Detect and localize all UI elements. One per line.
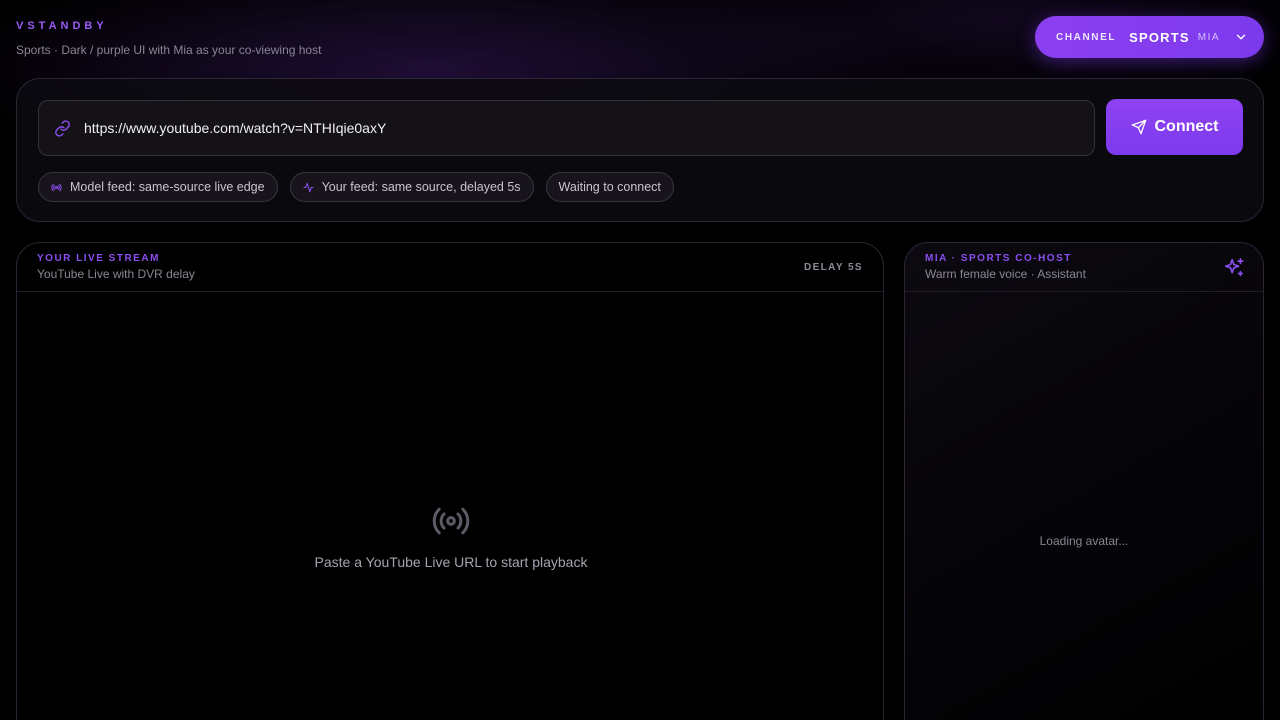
channel-label: CHANNEL (1056, 31, 1117, 43)
link-icon (55, 119, 70, 137)
url-card: Connect Model feed: same-source live edg… (16, 78, 1264, 222)
stream-empty-state: Paste a YouTube Live URL to start playba… (17, 501, 885, 570)
channel-host: MIA (1197, 31, 1221, 43)
connection-status-label: Waiting to connect (558, 180, 661, 194)
broadcast-icon (51, 183, 62, 191)
app-subtitle: Sports · Dark / purple UI with Mia as yo… (16, 43, 322, 57)
channel-selector-button[interactable]: CHANNEL SPORTS MIA (1035, 16, 1264, 58)
channel-name: SPORTS (1129, 29, 1190, 45)
connection-status-chip: Waiting to connect (545, 172, 674, 202)
avatar-loading-text: Loading avatar... (1039, 534, 1129, 548)
connect-button[interactable]: Connect (1106, 99, 1243, 155)
url-input[interactable] (84, 101, 1094, 155)
stream-panel-subtitle: YouTube Live with DVR delay (37, 267, 195, 281)
activity-icon (302, 182, 314, 192)
host-panel-subtitle: Warm female voice · Assistant (925, 267, 1086, 281)
app-title: VSTANDBY (16, 20, 108, 32)
url-input-container (38, 100, 1095, 156)
host-panel-title: MIA · SPORTS CO-HOST (925, 253, 1072, 264)
sparkles-icon (1224, 258, 1244, 277)
stream-panel-title: YOUR LIVE STREAM (37, 253, 160, 264)
your-feed-label: Your feed: same source, delayed 5s (321, 180, 521, 194)
model-feed-label: Model feed: same-source live edge (70, 180, 265, 194)
stream-panel-header: YOUR LIVE STREAM YouTube Live with DVR d… (17, 243, 883, 292)
brand-header: VSTANDBY Sports · Dark / purple UI with … (16, 20, 321, 57)
your-feed-chip: Your feed: same source, delayed 5s (289, 172, 534, 202)
model-feed-chip: Model feed: same-source live edge (38, 172, 278, 202)
delay-badge: DELAY 5S (803, 262, 863, 273)
chevron-down-icon (1236, 34, 1246, 40)
broadcast-icon (432, 507, 470, 535)
co-host-panel: MIA · SPORTS CO-HOST Warm female voice ·… (904, 242, 1264, 720)
status-chips: Model feed: same-source live edge Your f… (38, 172, 674, 202)
stream-empty-text: Paste a YouTube Live URL to start playba… (314, 554, 588, 570)
send-icon (1131, 119, 1146, 135)
live-stream-panel: YOUR LIVE STREAM YouTube Live with DVR d… (16, 242, 884, 720)
connect-button-label: Connect (1154, 118, 1219, 135)
host-panel-header: MIA · SPORTS CO-HOST Warm female voice ·… (905, 243, 1263, 292)
